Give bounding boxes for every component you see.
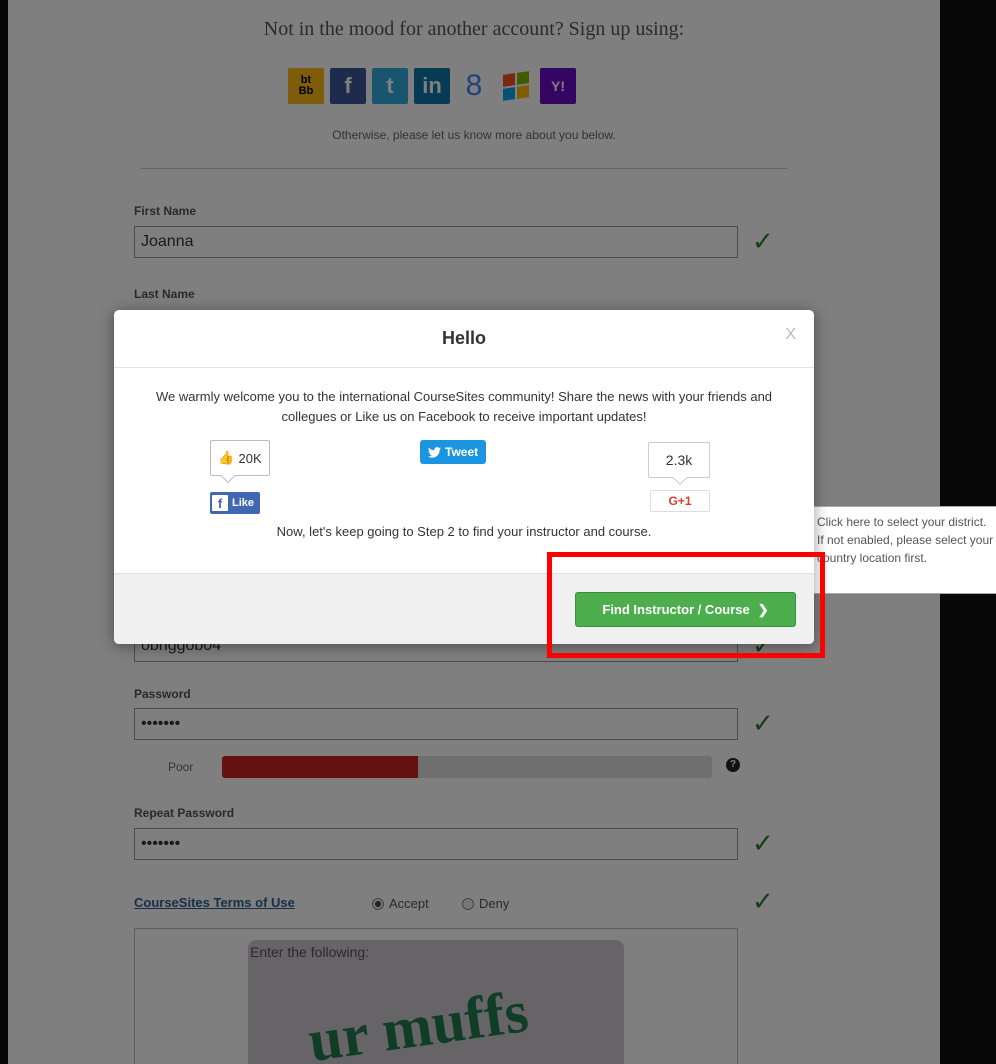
- facebook-like-label: Like: [232, 497, 255, 509]
- step-2-message: Now, let's keep going to Step 2 to find …: [276, 524, 652, 539]
- google-plus-button[interactable]: G+1: [650, 490, 710, 512]
- facebook-count-value: 20K: [238, 450, 262, 466]
- modal-header: Hello X: [114, 310, 814, 368]
- twitter-bird-icon: [428, 446, 441, 458]
- modal-title: Hello: [441, 328, 486, 348]
- tweet-button[interactable]: Tweet: [420, 440, 487, 464]
- close-icon[interactable]: X: [785, 326, 796, 344]
- tweet-label: Tweet: [445, 445, 479, 459]
- facebook-icon: f: [212, 495, 228, 511]
- district-tooltip: Click here to select your district. If n…: [806, 506, 996, 594]
- facebook-like-button[interactable]: f Like: [210, 492, 261, 514]
- facebook-like-count: 👍 20K: [210, 440, 270, 476]
- google-plus-count: 2.3k: [648, 442, 710, 478]
- thumbs-up-icon: 👍: [218, 450, 235, 465]
- highlight-annotation: [547, 552, 825, 658]
- welcome-message: We warmly welcome you to the internation…: [155, 389, 773, 424]
